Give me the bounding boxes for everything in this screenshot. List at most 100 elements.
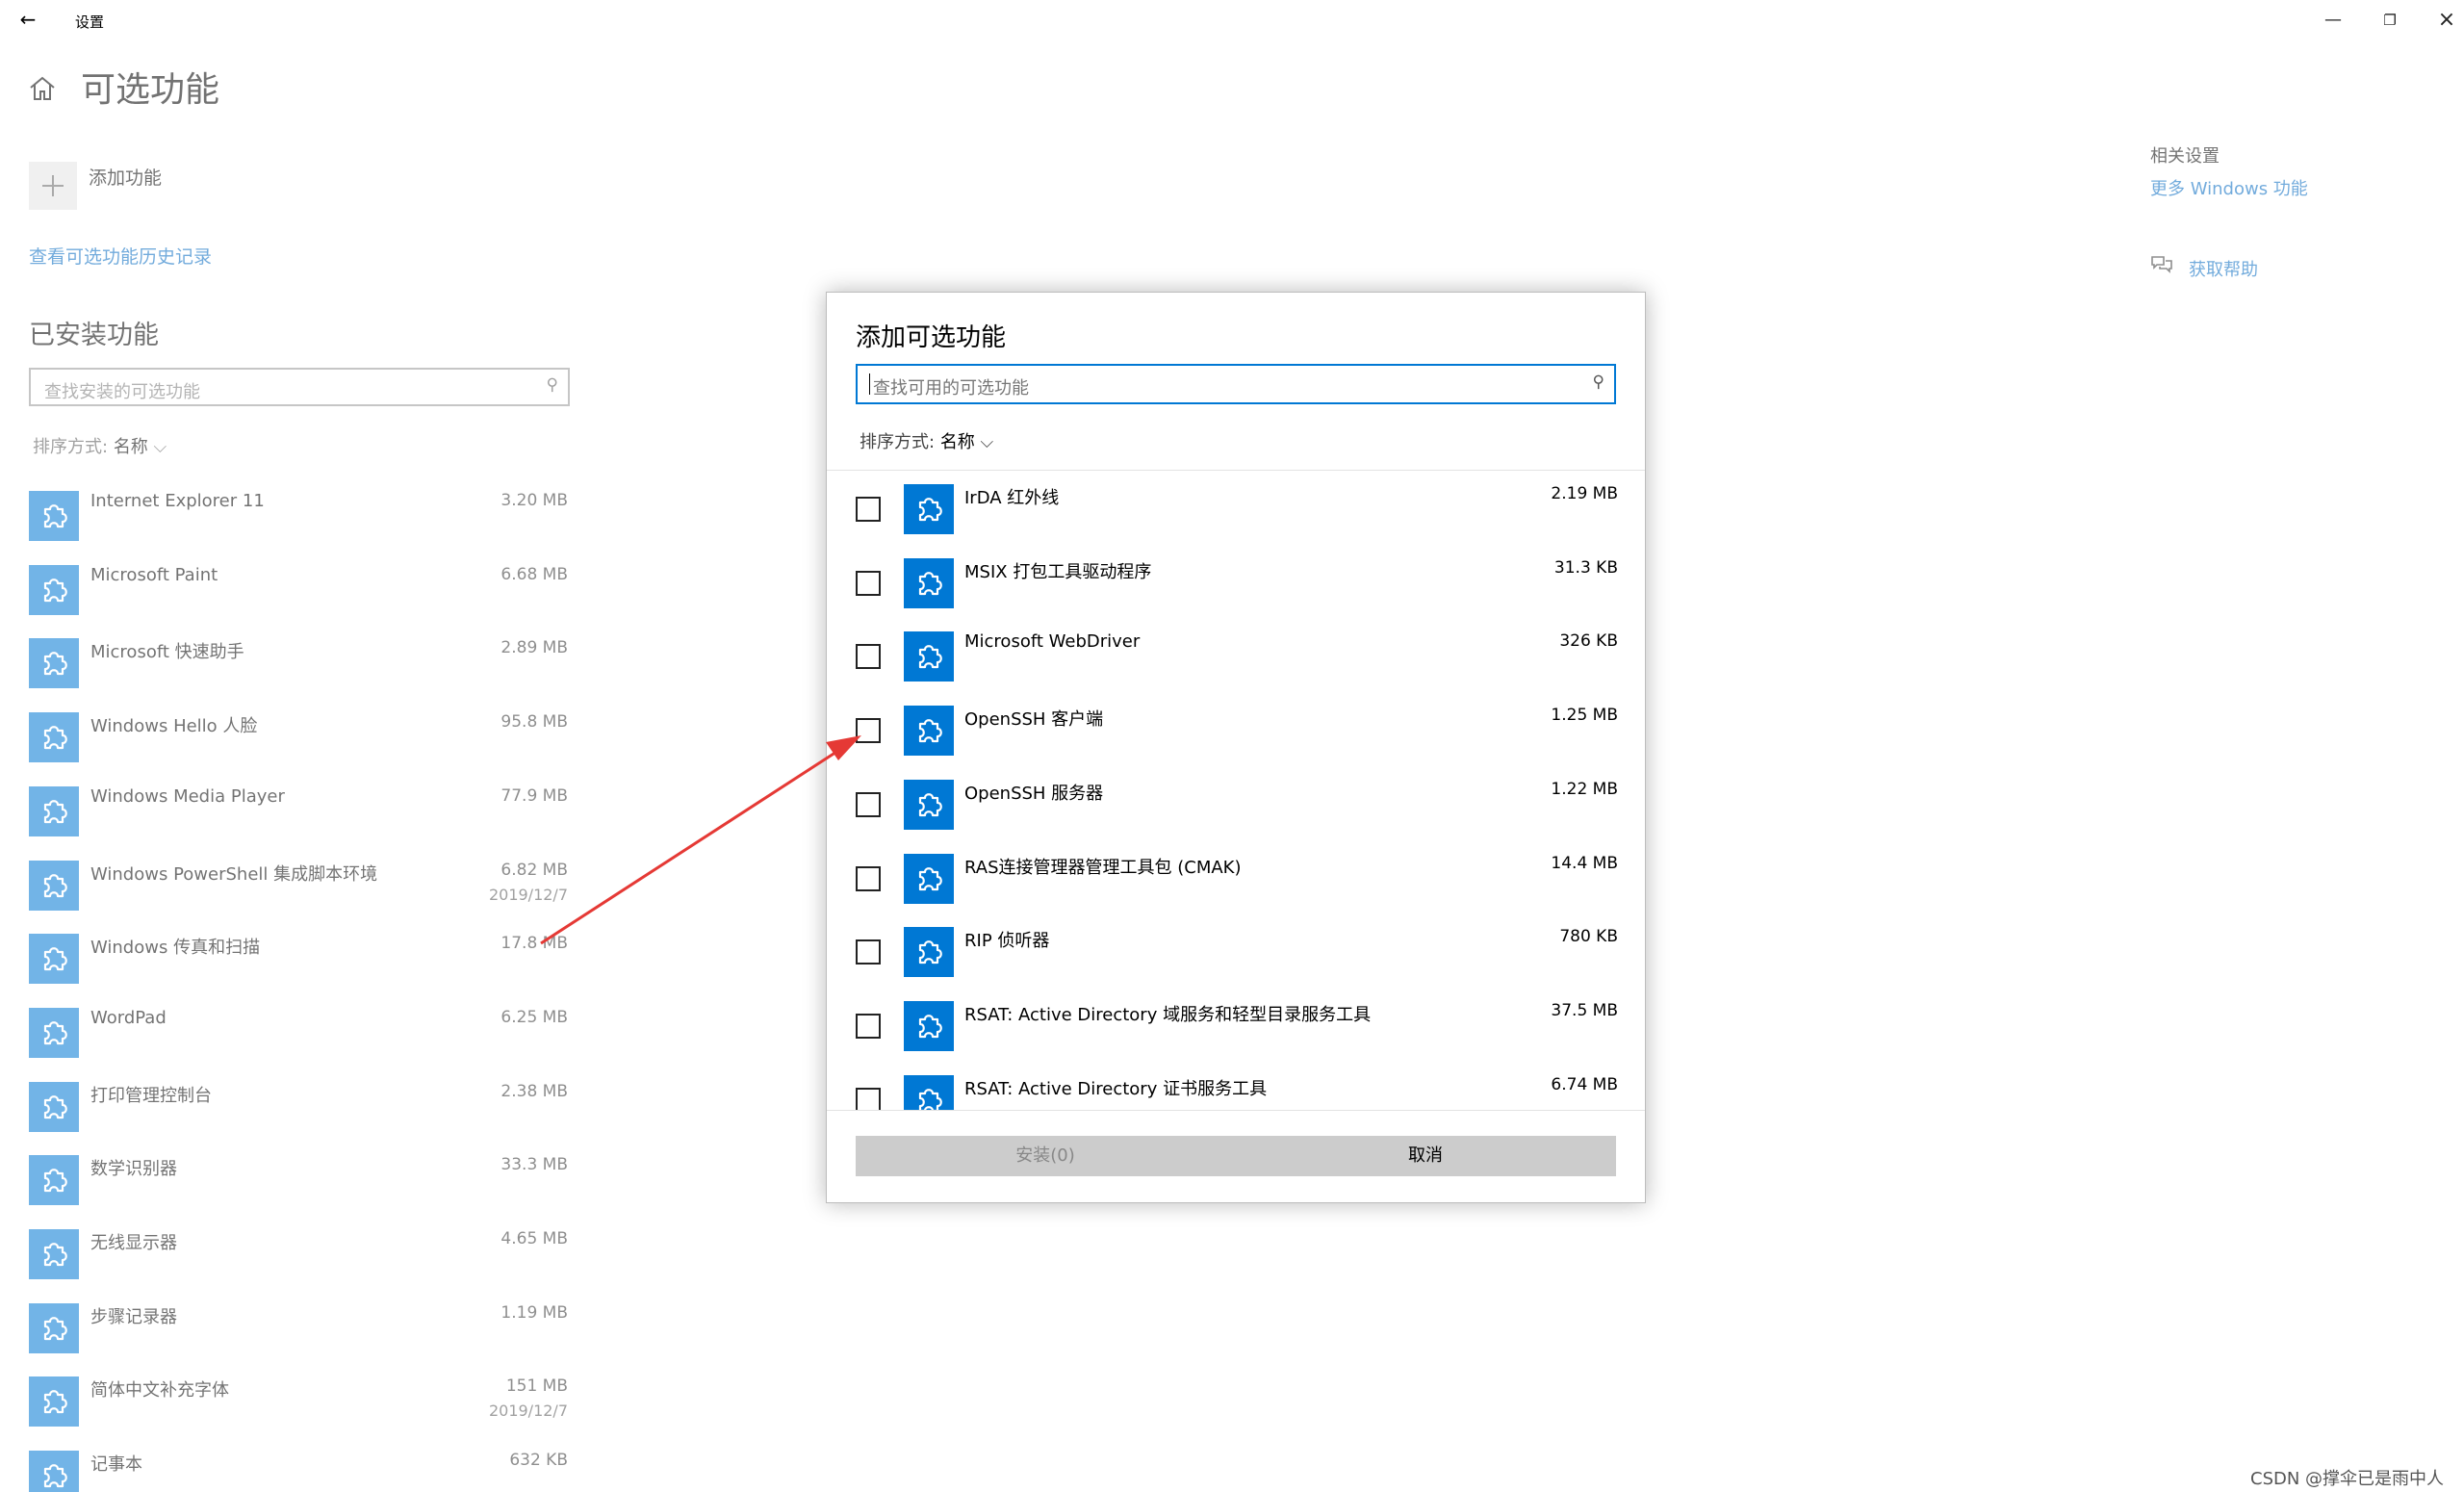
cancel-button[interactable]: 取消 [1235, 1136, 1616, 1176]
feature-checkbox[interactable] [856, 1087, 881, 1110]
feature-checkbox[interactable] [856, 718, 881, 744]
puzzle-piece-icon [29, 1081, 79, 1132]
puzzle-piece-icon [904, 1074, 954, 1110]
puzzle-piece-icon [29, 712, 79, 763]
installed-feature-item[interactable]: 记事本 632 KB [29, 1443, 568, 1492]
feature-size: 1.19 MB [500, 1302, 568, 1323]
installed-feature-item[interactable]: 数学识别器 33.3 MB [29, 1147, 568, 1206]
chat-help-icon [2151, 256, 2172, 273]
feature-option-size: 2.19 MB [1551, 484, 1618, 503]
installed-feature-item[interactable]: 步骤记录器 1.19 MB [29, 1296, 568, 1353]
more-windows-features-link[interactable]: 更多 Windows 功能 [2150, 175, 2308, 200]
installed-feature-item[interactable]: 无线显示器 4.65 MB [29, 1222, 568, 1279]
feature-option-size: 1.25 MB [1551, 706, 1618, 726]
search-icon: ⚲ [1592, 373, 1604, 392]
feature-option-row[interactable]: OpenSSH 服务器 1.22 MB [827, 766, 1645, 839]
feature-option-row[interactable]: IrDA 红外线 2.19 MB [827, 471, 1645, 544]
feature-name: Windows Hello 人脸 [90, 716, 258, 737]
feature-size: 95.8 MB [500, 712, 568, 733]
get-help-link[interactable]: 获取帮助 [2189, 256, 2258, 281]
feature-option-row[interactable]: RIP 侦听器 780 KB [827, 913, 1645, 987]
feature-checkbox[interactable] [856, 939, 881, 965]
dialog-search-placeholder: 查找可用的可选功能 [873, 378, 1029, 399]
installed-feature-item[interactable]: Microsoft Paint 6.68 MB [29, 557, 568, 615]
feature-size: 632 KB [509, 1451, 568, 1471]
feature-name: 记事本 [90, 1454, 142, 1476]
feature-option-row[interactable]: RAS连接管理器管理工具包 (CMAK) 14.4 MB [827, 840, 1645, 913]
feature-date: 2019/12/7 [488, 1402, 568, 1421]
feature-option-row[interactable]: RSAT: Active Directory 证书服务工具 6.74 MB [827, 1062, 1645, 1110]
chevron-down-icon: ⌵ [153, 437, 167, 457]
home-icon[interactable] [27, 73, 58, 104]
feature-option-size: 14.4 MB [1551, 853, 1618, 873]
feature-name: 无线显示器 [90, 1233, 177, 1253]
add-feature-button[interactable]: 添加功能 [89, 164, 162, 190]
sort-value: 名称 [113, 437, 148, 457]
feature-name: Windows Media Player [90, 785, 285, 807]
feature-option-name: RSAT: Active Directory 证书服务工具 [964, 1078, 1268, 1099]
add-optional-feature-dialog: 添加可选功能 查找可用的可选功能 ⚲ 排序方式: 名称 ⌵ IrDA 红外线 2.… [826, 292, 1646, 1203]
add-feature-plus-icon[interactable] [29, 162, 77, 210]
installed-feature-item[interactable]: WordPad 6.25 MB [29, 1000, 568, 1058]
installed-sort-dropdown[interactable]: 排序方式: 名称 ⌵ [33, 433, 167, 458]
feature-option-row[interactable]: OpenSSH 客户端 1.25 MB [827, 692, 1645, 765]
installed-feature-item[interactable]: Windows 传真和扫描 17.8 MB [29, 926, 568, 985]
feature-history-link[interactable]: 查看可选功能历史记录 [29, 243, 212, 269]
puzzle-piece-icon [904, 484, 954, 534]
puzzle-piece-icon [904, 631, 954, 682]
feature-size: 6.68 MB [500, 564, 568, 584]
feature-checkbox[interactable] [856, 497, 881, 522]
puzzle-piece-icon [29, 491, 79, 541]
puzzle-piece-icon [29, 1155, 79, 1206]
puzzle-piece-icon [29, 638, 79, 689]
installed-search-input[interactable]: 查找安装的可选功能 ⚲ [29, 368, 570, 406]
puzzle-piece-icon [29, 1302, 79, 1353]
feature-checkbox[interactable] [856, 570, 881, 596]
chevron-down-icon: ⌵ [980, 432, 994, 452]
feature-size: 2.38 MB [500, 1081, 568, 1101]
feature-size: 4.65 MB [500, 1229, 568, 1248]
feature-option-size: 31.3 KB [1553, 557, 1618, 578]
feature-option-row[interactable]: MSIX 打包工具驱动程序 31.3 KB [827, 545, 1645, 618]
installed-feature-item[interactable]: Windows PowerShell 集成脚本环境 6.82 MB 2019/12/… [29, 853, 568, 911]
feature-name: 简体中文补充字体 [90, 1380, 229, 1402]
feature-option-row[interactable]: RSAT: Active Directory 域服务和轻型目录服务工具 37.5 … [827, 988, 1645, 1061]
feature-size: 77.9 MB [500, 785, 568, 806]
installed-feature-item[interactable]: 打印管理控制台 2.38 MB [29, 1074, 568, 1132]
feature-size: 33.3 MB [500, 1155, 568, 1175]
feature-checkbox[interactable] [856, 644, 881, 670]
feature-size: 6.82 MB [500, 860, 568, 880]
feature-checkbox[interactable] [856, 1013, 881, 1039]
install-button[interactable]: 安装(0) [856, 1136, 1235, 1176]
feature-size: 2.89 MB [500, 638, 568, 658]
feature-checkbox[interactable] [856, 865, 881, 891]
installed-feature-item[interactable]: Microsoft 快速助手 2.89 MB [29, 630, 568, 689]
feature-name: Internet Explorer 11 [90, 491, 265, 511]
puzzle-piece-icon [904, 1000, 954, 1051]
sort-label: 排序方式: [33, 437, 109, 457]
dialog-search-input[interactable]: 查找可用的可选功能 ⚲ [856, 364, 1616, 404]
page-title: 可选功能 [81, 70, 220, 110]
puzzle-piece-icon [904, 927, 954, 978]
feature-option-name: IrDA 红外线 [964, 488, 1060, 508]
feature-option-size: 1.22 MB [1551, 779, 1618, 799]
puzzle-piece-icon [904, 706, 954, 757]
feature-checkbox[interactable] [856, 791, 881, 817]
dialog-sort-dropdown[interactable]: 排序方式: 名称 ⌵ [860, 428, 993, 453]
feature-name: Windows 传真和扫描 [90, 938, 261, 959]
feature-option-name: MSIX 打包工具驱动程序 [964, 561, 1152, 582]
installed-feature-item[interactable]: Windows Media Player 77.9 MB [29, 779, 568, 836]
feature-size: 3.20 MB [500, 491, 568, 510]
puzzle-piece-icon [904, 853, 954, 904]
search-icon: ⚲ [546, 375, 558, 395]
installed-features-heading: 已安装功能 [29, 321, 159, 350]
feature-date: 2019/12/7 [488, 885, 568, 904]
available-features-list[interactable]: IrDA 红外线 2.19 MB MSIX 打包工具驱动程序 31.3 KB Micro… [827, 471, 1645, 1110]
installed-feature-item[interactable]: Internet Explorer 11 3.20 MB [29, 483, 568, 541]
puzzle-piece-icon [904, 779, 954, 830]
feature-option-size: 6.74 MB [1551, 1074, 1618, 1094]
feature-option-row[interactable]: Microsoft WebDriver 326 KB [827, 618, 1645, 691]
feature-size: 151 MB [505, 1376, 568, 1397]
installed-feature-item[interactable]: 简体中文补充字体 151 MB 2019/12/7 [29, 1369, 568, 1428]
installed-feature-item[interactable]: Windows Hello 人脸 95.8 MB [29, 705, 568, 763]
